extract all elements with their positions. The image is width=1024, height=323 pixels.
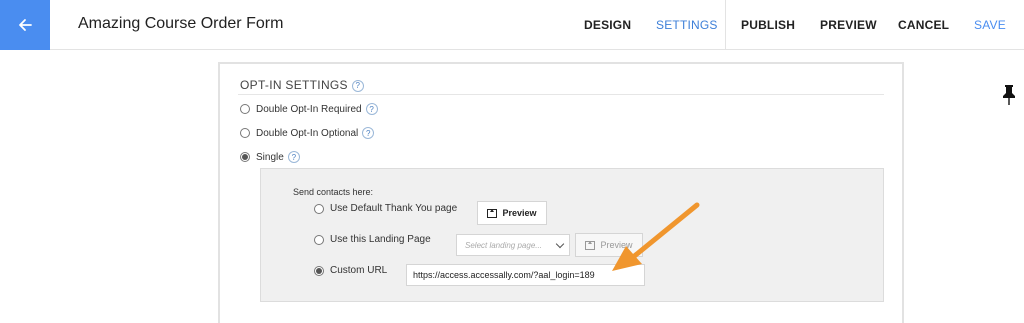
pin-icon[interactable] [1002,84,1016,111]
preview-landing-button[interactable]: Preview [575,233,643,257]
section-title-text: OPT-IN SETTINGS [240,78,348,92]
radio-button[interactable] [240,104,250,114]
upload-icon [585,240,596,250]
thumbtack-icon [1003,85,1015,105]
select-placeholder: Select landing page... [465,240,542,250]
radio-label: Use this Landing Page [330,234,431,245]
page-title: Amazing Course Order Form [78,15,284,32]
section-divider [238,94,884,95]
radio-label: Double Opt-In Optional [256,127,359,139]
help-icon[interactable]: ? [351,79,364,92]
send-contacts-label: Send contacts here: [293,187,374,197]
preview-button-label: Preview [600,240,633,250]
radio-button[interactable] [314,234,324,245]
preview-button-label: Preview [502,208,537,218]
settings-panel: OPT-IN SETTINGS? Double Opt-In Required … [218,62,904,323]
radio-single[interactable]: Single ? [240,151,300,163]
radio-custom-url[interactable]: Custom URL [314,265,387,276]
landing-page-select[interactable]: Select landing page... [456,234,570,256]
radio-label: Use Default Thank You page [330,203,458,214]
help-icon[interactable]: ? [287,151,300,163]
radio-button-selected[interactable] [314,265,324,276]
help-icon[interactable]: ? [362,127,375,139]
optin-settings-heading: OPT-IN SETTINGS? [240,78,364,92]
back-button[interactable] [0,0,50,50]
help-icon[interactable]: ? [365,103,378,115]
radio-label: Double Opt-In Required [256,103,362,115]
radio-label: Single [256,151,284,163]
radio-button[interactable] [240,128,250,138]
radio-double-optin-optional[interactable]: Double Opt-In Optional ? [240,127,375,139]
tab-settings[interactable]: SETTINGS [656,18,718,32]
cancel-button[interactable]: CANCEL [898,18,949,32]
preview-button[interactable]: PREVIEW [820,18,877,32]
publish-button[interactable]: PUBLISH [741,18,795,32]
radio-button[interactable] [314,203,324,214]
arrow-left-icon [19,19,32,31]
send-contacts-box: Send contacts here: Use Default Thank Yo… [260,168,884,302]
radio-landing-page[interactable]: Use this Landing Page [314,234,431,245]
preview-default-button[interactable]: Preview [477,201,547,225]
nav-divider [725,0,726,50]
custom-url-input[interactable]: https://access.accessally.com/?aal_login… [406,264,645,286]
save-button[interactable]: SAVE [974,18,1006,32]
radio-button-selected[interactable] [240,152,250,162]
radio-double-optin-required[interactable]: Double Opt-In Required ? [240,103,378,115]
top-bar: Amazing Course Order Form DESIGN SETTING… [0,0,1024,50]
radio-label: Custom URL [330,265,388,276]
upload-icon [487,208,498,218]
chevron-down-icon [555,239,565,249]
radio-default-thank-you[interactable]: Use Default Thank You page [314,203,457,214]
tab-design[interactable]: DESIGN [584,18,631,32]
